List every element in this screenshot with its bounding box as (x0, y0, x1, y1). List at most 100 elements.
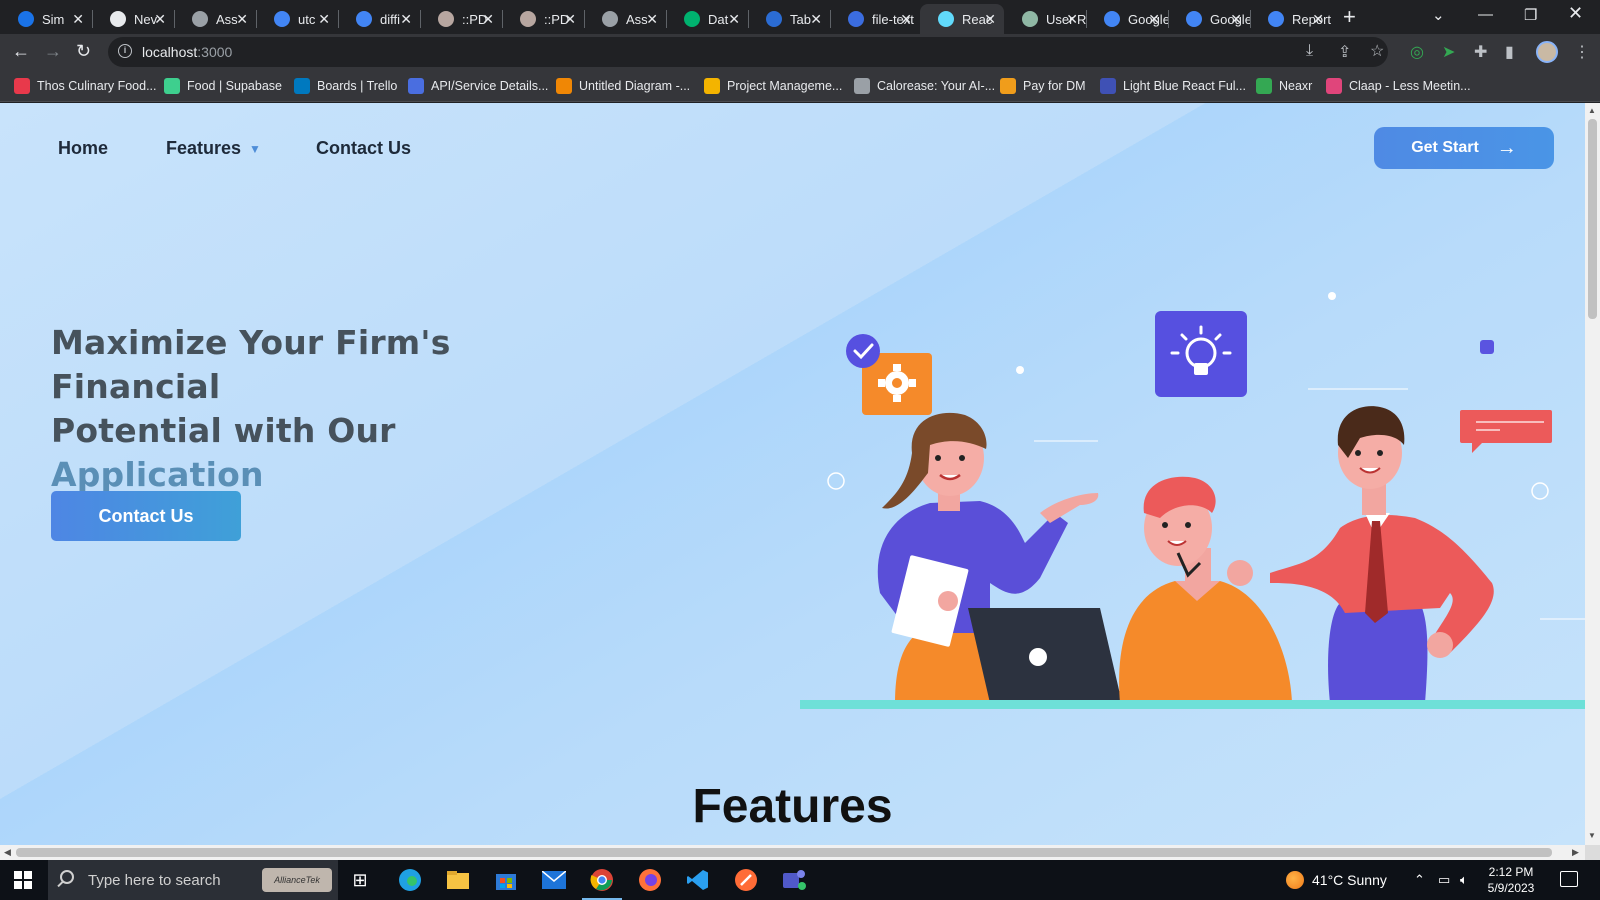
site-info-icon[interactable]: i (118, 44, 132, 58)
side-panel-icon[interactable]: ▮ (1505, 42, 1514, 62)
edge-icon[interactable] (396, 866, 424, 894)
browser-tab[interactable]: Tab ✕ (748, 4, 830, 34)
close-tab-icon[interactable]: ✕ (154, 11, 166, 28)
volume-icon[interactable]: 🔈︎ (1460, 872, 1468, 888)
bookmark-label: Boards | Trello (317, 79, 398, 93)
bookmark-item[interactable]: Pay for DM (1000, 77, 1086, 95)
show-hidden-icons-chevron-icon[interactable]: ⌃ (1414, 872, 1425, 888)
windows-start-icon[interactable] (14, 871, 32, 889)
browser-tab[interactable]: ::PD ✕ (502, 4, 584, 34)
scroll-down-icon[interactable]: ▼ (1588, 831, 1596, 840)
bookmark-item[interactable]: Food | Supabase (164, 77, 282, 95)
browser-tab[interactable]: diffi ✕ (338, 4, 420, 34)
scroll-right-icon[interactable]: ▶ (1572, 847, 1579, 858)
system-clock[interactable]: 2:12 PM 5/9/2023 (1476, 864, 1546, 896)
teams-icon[interactable] (780, 866, 808, 894)
vertical-scrollbar[interactable]: ▲ ▼ (1585, 103, 1600, 845)
bookmark-item[interactable]: API/Service Details... (408, 77, 548, 95)
restore-button[interactable]: ❐ (1524, 6, 1537, 24)
scroll-left-icon[interactable]: ◀ (4, 847, 11, 858)
browser-tab[interactable]: Nev ✕ (92, 4, 174, 34)
bookmark-item[interactable]: Neaxr (1256, 77, 1312, 95)
nav-features[interactable]: Features ▼ (166, 138, 261, 159)
close-window-button[interactable]: ✕ (1568, 3, 1583, 24)
browser-tab[interactable]: Google ✕ (1086, 4, 1168, 34)
back-button[interactable]: ← (12, 41, 30, 62)
browser-tab[interactable]: Ass ✕ (174, 4, 256, 34)
close-tab-icon[interactable]: ✕ (900, 11, 912, 28)
bookmark-item[interactable]: Light Blue React Ful... (1100, 77, 1246, 95)
close-tab-icon[interactable]: ✕ (1230, 11, 1242, 28)
browser-tab[interactable]: ::PD ✕ (420, 4, 502, 34)
vertical-scroll-thumb[interactable] (1588, 119, 1597, 319)
close-tab-icon[interactable]: ✕ (1312, 11, 1324, 28)
features-heading: Features (692, 780, 893, 833)
close-tab-icon[interactable]: ✕ (728, 11, 740, 28)
vscode-icon[interactable] (684, 866, 712, 894)
bookmark-item[interactable]: Claap - Less Meetin... (1326, 77, 1471, 95)
share-icon[interactable]: ⇪ (1338, 42, 1351, 62)
tab-favicon-icon (274, 11, 290, 27)
new-tab-button[interactable]: + (1343, 4, 1356, 30)
browser-tab[interactable]: Dat ✕ (666, 4, 748, 34)
tab-title: Sim (42, 11, 65, 27)
horizontal-scroll-thumb[interactable] (16, 848, 1552, 857)
task-view-icon[interactable]: ⊞ (346, 866, 374, 894)
pinned-alliancetek-logo[interactable]: AllianceTek (262, 868, 332, 892)
close-tab-icon[interactable]: ✕ (1148, 11, 1160, 28)
horizontal-scrollbar[interactable]: ◀ ▶ (0, 845, 1585, 860)
bookmark-item[interactable]: Untitled Diagram -... (556, 77, 690, 95)
extension-grammarly-icon[interactable]: ◎ (1410, 42, 1424, 62)
bookmark-item[interactable]: Boards | Trello (294, 77, 397, 95)
scroll-up-icon[interactable]: ▲ (1588, 106, 1596, 115)
get-start-button[interactable]: Get Start → (1374, 127, 1554, 169)
close-tab-icon[interactable]: ✕ (1066, 11, 1078, 28)
bookmark-item[interactable]: Thos Culinary Food... (14, 77, 157, 95)
tab-search-icon[interactable]: ⌄ (1432, 6, 1445, 24)
browser-tab[interactable]: Reac ✕ (920, 4, 1004, 34)
browser-tab[interactable]: Sim ✕ (0, 4, 92, 34)
notification-center-icon[interactable] (1560, 871, 1578, 887)
network-icon[interactable]: ▭ (1438, 872, 1450, 888)
weather-widget[interactable]: 41°C Sunny (1286, 871, 1387, 889)
tab-favicon-icon (1268, 11, 1284, 27)
microsoft-store-icon[interactable] (492, 866, 520, 894)
close-tab-icon[interactable]: ✕ (236, 11, 248, 28)
profile-avatar[interactable] (1536, 41, 1558, 63)
close-tab-icon[interactable]: ✕ (318, 11, 330, 28)
menu-kebab-icon[interactable]: ⋮ (1574, 42, 1590, 62)
close-tab-icon[interactable]: ✕ (810, 11, 822, 28)
reload-button[interactable]: ↻ (76, 41, 91, 62)
extension-play-icon[interactable]: ➤ (1442, 42, 1455, 62)
browser-tab[interactable]: file-text ✕ (830, 4, 920, 34)
close-tab-icon[interactable]: ✕ (72, 11, 84, 28)
nav-home[interactable]: Home (58, 138, 108, 159)
postman-icon[interactable] (732, 866, 760, 894)
browser-tab[interactable]: ReportF✕ (1250, 4, 1332, 34)
install-icon[interactable]: ⤓ (1306, 42, 1313, 60)
close-tab-icon[interactable]: ✕ (564, 11, 576, 28)
close-tab-icon[interactable]: ✕ (984, 11, 996, 28)
file-explorer-icon[interactable] (444, 866, 472, 894)
browser-tab[interactable]: Ass ✕ (584, 4, 666, 34)
close-tab-icon[interactable]: ✕ (400, 11, 412, 28)
mail-icon[interactable] (540, 866, 568, 894)
firefox-icon[interactable] (636, 866, 664, 894)
bookmark-item[interactable]: Calorease: Your AI-... (854, 77, 995, 95)
bookmark-star-icon[interactable]: ☆ (1370, 41, 1384, 61)
close-tab-icon[interactable]: ✕ (482, 11, 494, 28)
hero-contact-button[interactable]: Contact Us (51, 491, 241, 541)
browser-tab[interactable]: utc ✕ (256, 4, 338, 34)
address-bar[interactable]: i localhost:3000 ⤓ ⇪ ☆ (108, 37, 1388, 67)
nav-contact[interactable]: Contact Us (316, 138, 411, 159)
browser-tab[interactable]: Google ✕ (1168, 4, 1250, 34)
search-placeholder: Type here to search (88, 871, 221, 889)
url-text[interactable]: localhost:3000 (142, 44, 232, 60)
bookmark-item[interactable]: Project Manageme... (704, 77, 842, 95)
minimize-button[interactable]: — (1478, 6, 1493, 23)
browser-tab[interactable]: User Re✕ (1004, 4, 1086, 34)
forward-button[interactable]: → (44, 41, 62, 62)
close-tab-icon[interactable]: ✕ (646, 11, 658, 28)
chrome-icon[interactable] (582, 866, 622, 900)
extensions-puzzle-icon[interactable]: ✚ (1474, 42, 1487, 62)
